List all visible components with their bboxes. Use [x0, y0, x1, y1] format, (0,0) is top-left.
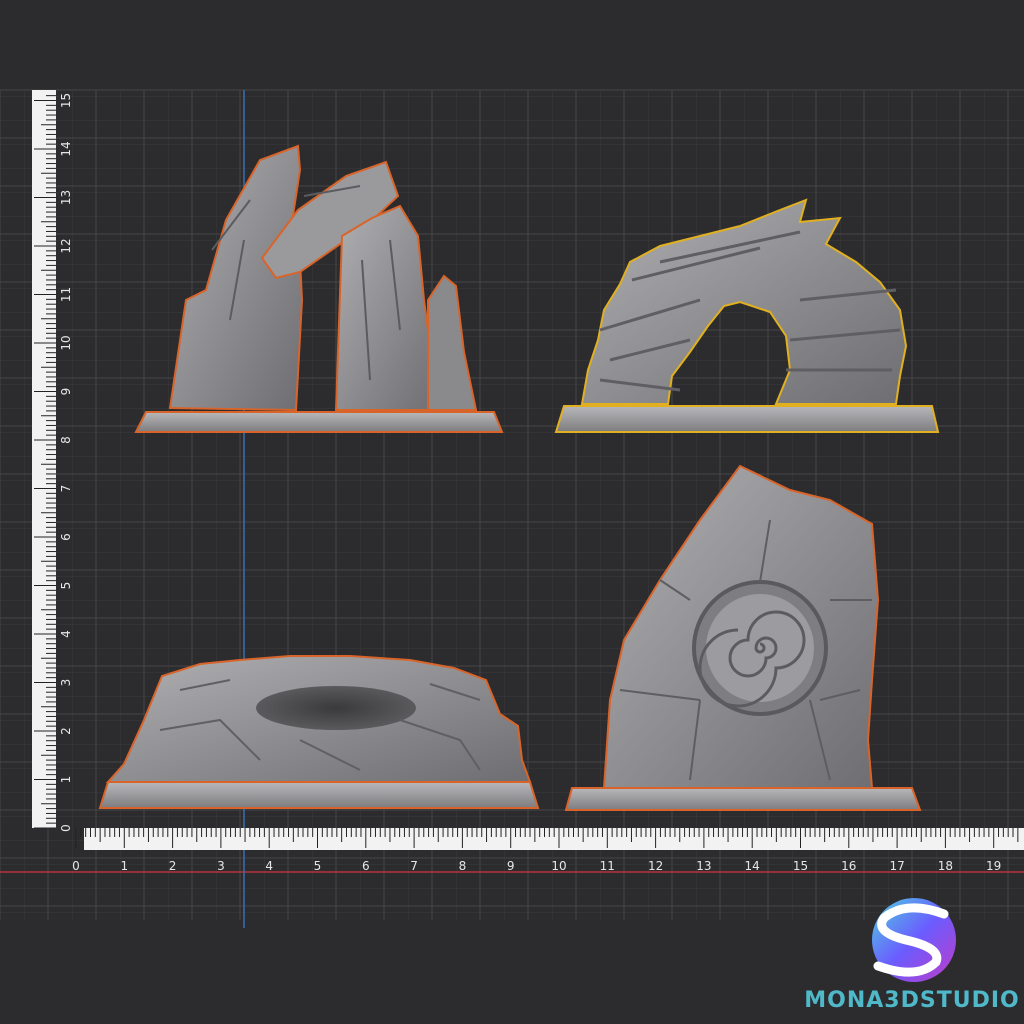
ruler-label: 11	[600, 859, 615, 873]
ruler-label: 14	[745, 859, 760, 873]
ruler-label: 5	[59, 582, 73, 590]
ruler-label: 7	[59, 485, 73, 493]
spiral-inner	[706, 594, 814, 702]
ruler-label: 17	[889, 859, 904, 873]
ruler-label: 5	[314, 859, 322, 873]
ruler-label: 2	[169, 859, 177, 873]
ruler-label: 13	[696, 859, 711, 873]
ruler-label: 15	[793, 859, 808, 873]
ruler-label: 10	[551, 859, 566, 873]
base-plate	[134, 411, 504, 433]
ruler-label: 4	[265, 859, 273, 873]
ruler-label: 10	[59, 335, 73, 350]
ruler-label: 12	[648, 859, 663, 873]
ruler-label: 2	[59, 727, 73, 735]
ruler-label: 1	[120, 859, 128, 873]
model-rock-cave-mound[interactable]	[98, 655, 540, 809]
sphere-s-logo-icon	[872, 898, 956, 982]
ruler-label: 8	[459, 859, 467, 873]
ruler-label: 0	[72, 859, 80, 873]
ruler-label: 4	[59, 630, 73, 638]
base-plate	[564, 787, 922, 811]
3d-viewport[interactable]: 0123456789101112131415 0 1 2 3 4 5 6 7 8 9 10 11 12 1…	[0, 0, 1024, 1024]
ruler-label: 0	[59, 824, 73, 832]
ruler-label: 16	[841, 859, 856, 873]
brand-watermark: MONA3DSTUDIO	[804, 988, 1020, 1013]
ruler-label: 6	[362, 859, 370, 873]
ruler-label: 3	[59, 679, 73, 687]
ruler-label: 8	[59, 436, 73, 444]
ruler-label: 9	[507, 859, 515, 873]
ruler-label: 1	[59, 776, 73, 784]
horizontal-ruler	[75, 828, 1024, 850]
ruler-label: 15	[59, 93, 73, 108]
vertical-ruler	[32, 90, 56, 829]
ruler-label: 3	[217, 859, 225, 873]
ruler-label: 9	[59, 388, 73, 396]
ruler-label: 7	[410, 859, 418, 873]
ruler-label: 19	[986, 859, 1001, 873]
ruler-label: 6	[59, 533, 73, 541]
ruler-label: 11	[59, 287, 73, 302]
ruler-label: 18	[938, 859, 953, 873]
cave-opening	[256, 686, 416, 730]
ruler-label: 12	[59, 238, 73, 253]
ruler-label: 14	[59, 141, 73, 156]
base-plate	[98, 781, 540, 809]
ruler-label: 13	[59, 190, 73, 205]
base-plate	[554, 405, 940, 433]
